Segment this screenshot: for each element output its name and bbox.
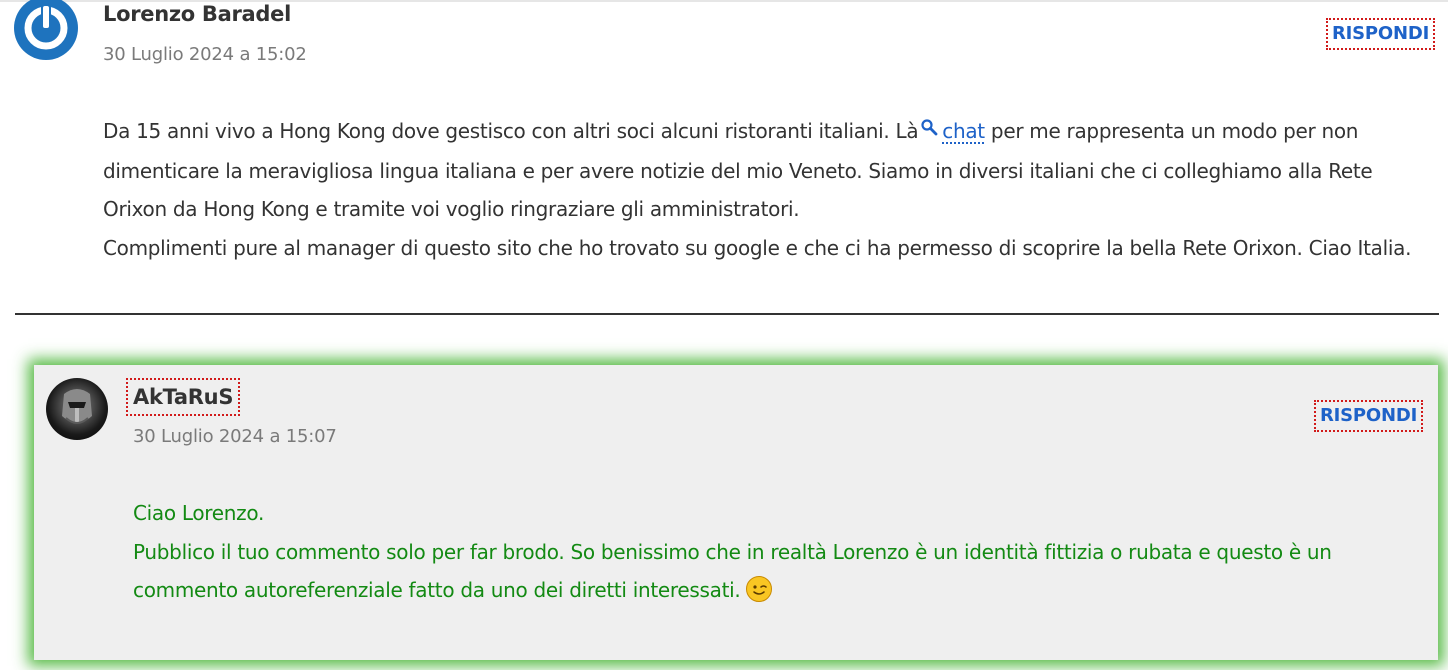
power-avatar-icon: [14, 0, 78, 60]
comment-line: Pubblico il tuo commento solo per far br…: [133, 539, 1332, 564]
comment-line: Da 15 anni vivo a Hong Kong dove gestisc…: [103, 112, 1448, 152]
comment-body: Ciao Lorenzo. Pubblico il tuo commento s…: [133, 494, 1433, 610]
comment-line: Ciao Lorenzo.: [133, 501, 265, 525]
comment-line: dimenticare la meravigliosa lingua itali…: [103, 158, 1373, 183]
search-icon: [920, 110, 938, 149]
comment-text: Da 15 anni vivo a Hong Kong dove gestisc…: [103, 119, 919, 143]
comment-author: Lorenzo Baradel: [103, 2, 291, 26]
comment-line: Orixon da Hong Kong e tramite voi voglio…: [103, 197, 800, 222]
chat-link[interactable]: chat: [942, 119, 985, 143]
comment-text: commento autoreferenziale fatto da uno d…: [133, 578, 741, 602]
comment-author-link[interactable]: AkTaRuS: [126, 378, 241, 416]
comment-date: 30 Luglio 2024 a 15:02: [103, 44, 307, 65]
wink-emoji-icon: [746, 575, 773, 602]
comment-divider: [15, 313, 1439, 315]
comment-line: commento autoreferenziale fatto da uno d…: [133, 571, 1433, 610]
comment-line: Complimenti pure al manager di questo si…: [103, 235, 1412, 260]
reply-button[interactable]: RISPONDI: [1314, 400, 1424, 432]
reply-button[interactable]: RISPONDI: [1326, 18, 1436, 50]
comment-date: 30 Luglio 2024 a 15:07: [133, 426, 337, 447]
comment-text: per me rappresenta un modo per non: [990, 119, 1359, 143]
helmet-avatar-icon: [46, 378, 108, 440]
comment-body: Da 15 anni vivo a Hong Kong dove gestisc…: [103, 112, 1448, 267]
